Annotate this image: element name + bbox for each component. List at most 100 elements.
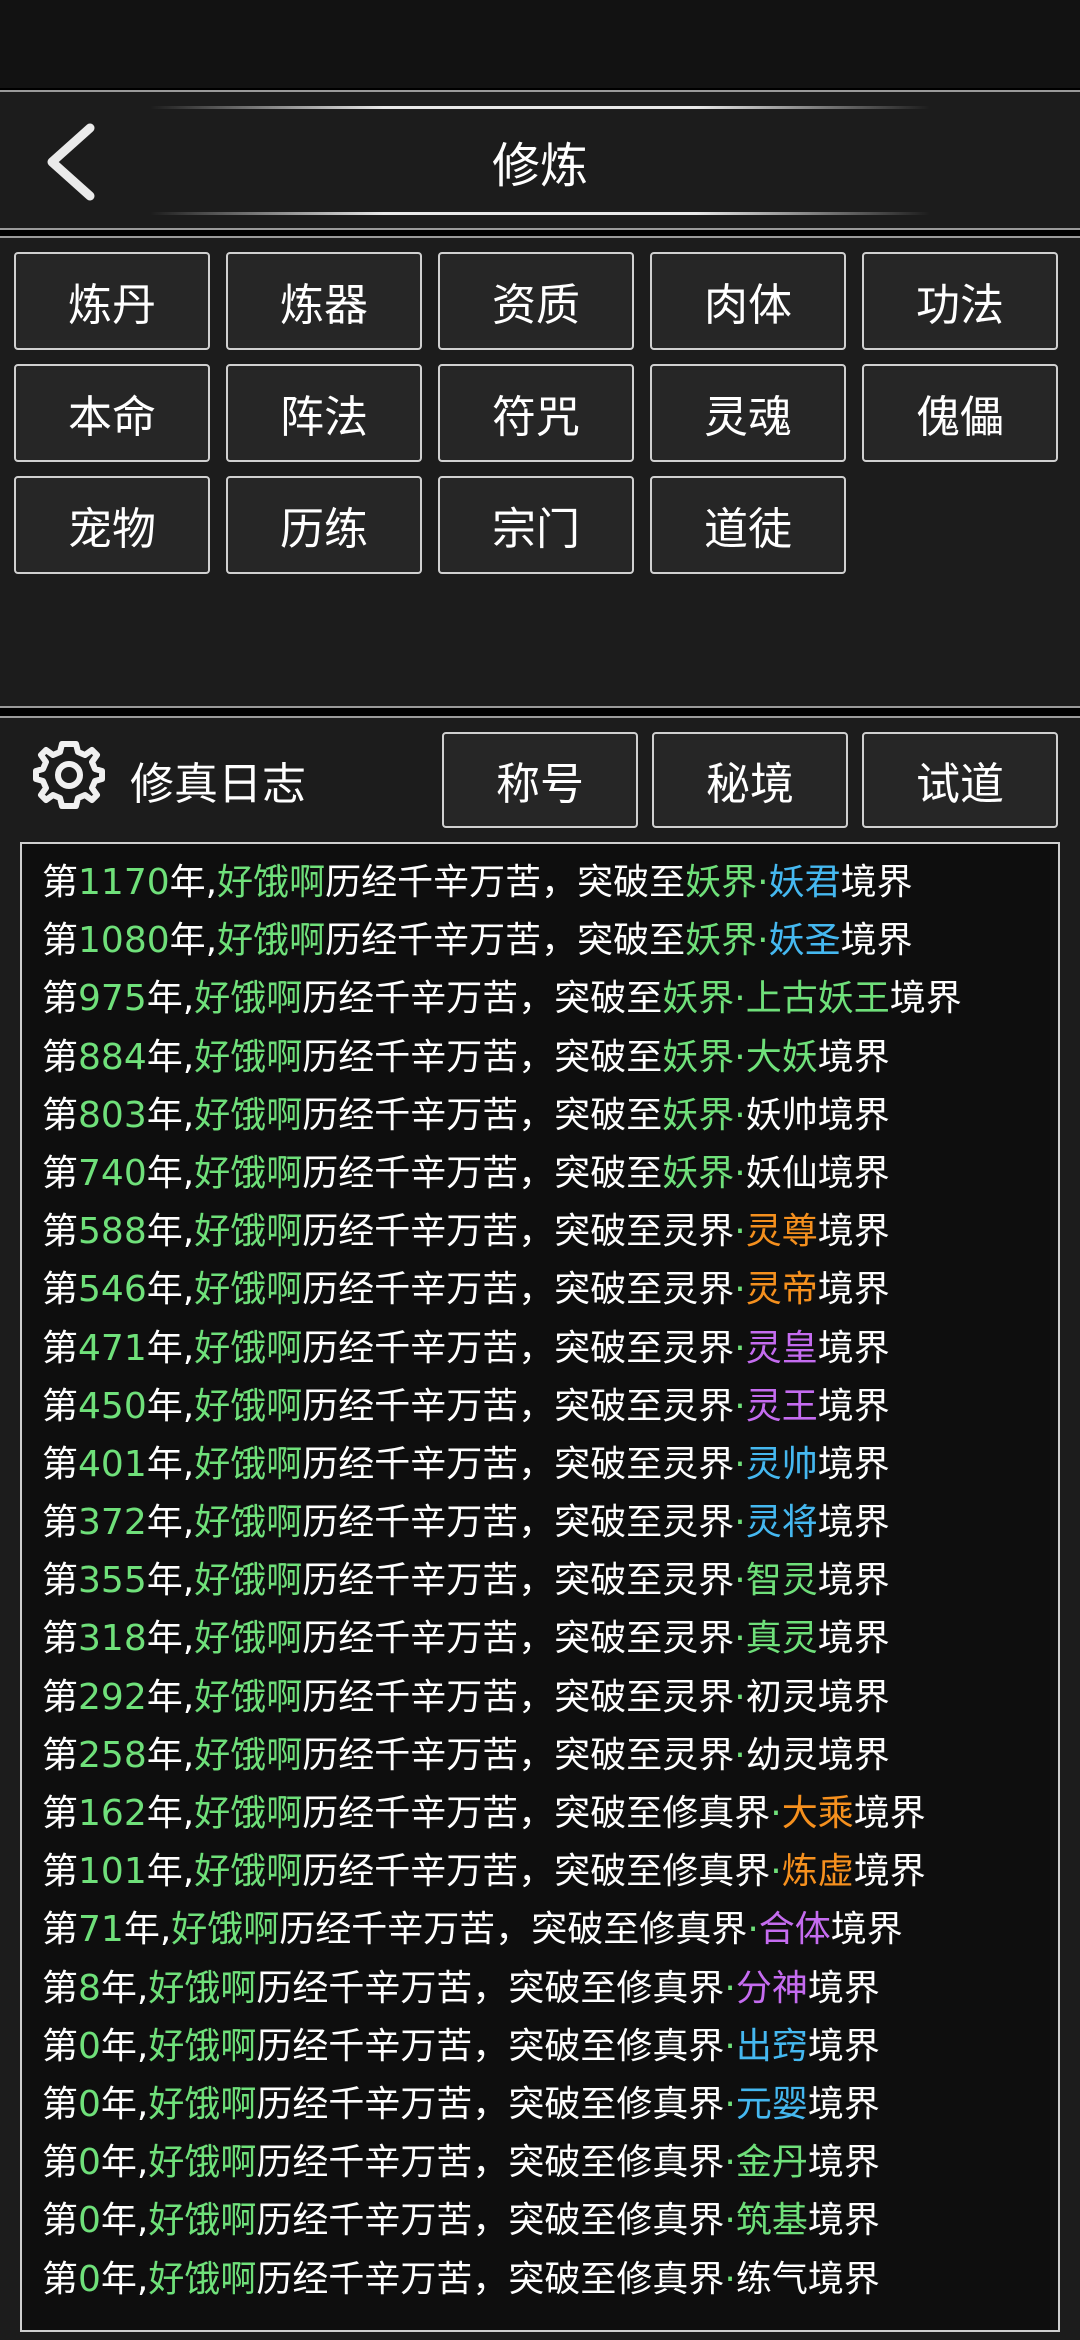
log-character-name: 好饿啊: [194, 1676, 303, 1718]
log-year: 318: [78, 1618, 147, 1660]
secret-realm-tab-button[interactable]: 秘境: [652, 732, 848, 828]
log-rank: 大乘: [781, 1793, 854, 1834]
log-rank: 分神: [735, 1967, 808, 2009]
menu-button-forging[interactable]: 炼器: [226, 252, 422, 350]
log-character-name: 好饿啊: [194, 1851, 303, 1893]
log-year: 1080: [78, 920, 170, 962]
log-year-prefix: 第: [42, 2200, 79, 2242]
log-year-suffix: 年,: [123, 1909, 172, 1951]
log-year-suffix: 年,: [100, 2025, 149, 2067]
page-title: 修炼: [491, 138, 588, 194]
log-character-name: 好饿啊: [194, 1211, 303, 1253]
log-rank: 灵尊: [745, 1211, 818, 1253]
log-message: 历经千辛万苦，突破至: [302, 1327, 663, 1369]
log-year: 101: [78, 1851, 147, 1893]
log-year-prefix: 第: [42, 1269, 79, 1311]
log-rank: 灵将: [745, 1502, 818, 1544]
log-character-name: 好饿啊: [194, 1036, 303, 1078]
log-rank: 炼虚: [781, 1851, 854, 1893]
settings-gear-icon[interactable]: [32, 738, 106, 812]
log-year: 588: [78, 1211, 147, 1253]
log-realm: 灵界: [662, 1502, 735, 1544]
log-realm: 修真界: [662, 1793, 771, 1834]
cultivation-log-panel: 修真日志 称号 秘境 试道 第1170年,好饿啊历经千辛万苦，突破至妖界·妖君境…: [0, 716, 1080, 2340]
log-year: 803: [78, 1094, 147, 1136]
title-tab-button[interactable]: 称号: [442, 732, 638, 828]
log-character-name: 好饿啊: [148, 2200, 257, 2242]
log-entry: 第372年,好饿啊历经千辛万苦，突破至灵界·灵将境界: [42, 1494, 1052, 1552]
log-year-suffix: 年,: [146, 1152, 195, 1194]
menu-button-natal[interactable]: 本命: [14, 364, 210, 462]
log-message: 历经千辛万苦，突破至: [256, 2258, 617, 2300]
log-year: 0: [78, 2258, 101, 2300]
log-suffix: 境界: [807, 2258, 880, 2300]
log-suffix: 境界: [817, 1618, 890, 1660]
log-year-suffix: 年,: [169, 862, 218, 903]
menu-button-pet[interactable]: 宠物: [14, 476, 210, 574]
menu-button-soul[interactable]: 灵魂: [650, 364, 846, 462]
log-entry: 第0年,好饿啊历经千辛万苦，突破至修真界·出窍境界: [42, 2018, 1052, 2076]
log-year: 1170: [78, 862, 170, 903]
log-message: 历经千辛万苦，突破至: [302, 1793, 663, 1834]
log-year-suffix: 年,: [146, 1793, 195, 1834]
log-year-prefix: 第: [42, 2025, 79, 2067]
log-scroll-area[interactable]: 第1170年,好饿啊历经千辛万苦，突破至妖界·妖君境界 第1080年,好饿啊历经千…: [20, 842, 1060, 2332]
log-separator: ·: [734, 978, 746, 1020]
log-year-prefix: 第: [42, 1851, 79, 1893]
log-message: 历经千辛万苦，突破至: [302, 1094, 663, 1136]
menu-button-alchemy[interactable]: 炼丹: [14, 252, 210, 350]
log-year-prefix: 第: [42, 2258, 79, 2300]
log-separator: ·: [724, 1967, 736, 2009]
log-realm: 灵界: [662, 1385, 735, 1427]
log-entry: 第1080年,好饿啊历经千辛万苦，突破至妖界·妖圣境界: [42, 912, 1052, 970]
log-separator: ·: [724, 2083, 736, 2125]
log-separator: ·: [734, 1036, 746, 1078]
log-year: 162: [78, 1793, 147, 1834]
log-year-prefix: 第: [42, 1967, 79, 2009]
log-year-suffix: 年,: [100, 2200, 149, 2242]
log-character-name: 好饿啊: [148, 2083, 257, 2125]
log-suffix: 境界: [817, 1443, 890, 1485]
menu-button-sect[interactable]: 宗门: [438, 476, 634, 574]
menu-button-technique[interactable]: 功法: [862, 252, 1058, 350]
log-year-prefix: 第: [42, 2142, 79, 2184]
trial-tab-button[interactable]: 试道: [862, 732, 1058, 828]
log-year: 546: [78, 1269, 147, 1311]
log-character-name: 好饿啊: [217, 920, 326, 962]
log-year-suffix: 年,: [100, 1967, 149, 2009]
log-rank: 妖圣: [768, 920, 841, 962]
log-message: 历经千辛万苦，突破至: [325, 920, 686, 962]
log-message: 历经千辛万苦，突破至: [302, 1734, 663, 1776]
log-entry: 第471年,好饿啊历经千辛万苦，突破至灵界·灵皇境界: [42, 1320, 1052, 1378]
log-realm: 妖界: [685, 920, 758, 962]
menu-button-aptitude[interactable]: 资质: [438, 252, 634, 350]
menu-button-disciple[interactable]: 道徒: [650, 476, 846, 574]
menu-button-talisman[interactable]: 符咒: [438, 364, 634, 462]
log-rank: 灵帅: [745, 1443, 818, 1485]
log-suffix: 境界: [807, 2142, 880, 2184]
log-realm: 妖界: [662, 978, 735, 1020]
log-message: 历经千辛万苦，突破至: [302, 978, 663, 1020]
log-year-suffix: 年,: [169, 920, 218, 962]
menu-button-body[interactable]: 肉体: [650, 252, 846, 350]
log-message: 历经千辛万苦，突破至: [256, 1967, 617, 2009]
log-realm: 灵界: [662, 1676, 735, 1718]
menu-button-puppet[interactable]: 傀儡: [862, 364, 1058, 462]
log-separator: ·: [747, 1909, 759, 1951]
log-message: 历经千辛万苦，突破至: [256, 2083, 617, 2125]
log-entry: 第975年,好饿啊历经千辛万苦，突破至妖界·上古妖王境界: [42, 970, 1052, 1028]
log-realm: 灵界: [662, 1269, 735, 1311]
log-separator: ·: [734, 1502, 746, 1544]
log-rank: 合体: [758, 1909, 831, 1951]
log-separator: ·: [734, 1152, 746, 1194]
log-year-suffix: 年,: [146, 1618, 195, 1660]
log-entry: 第8年,好饿啊历经千辛万苦，突破至修真界·分神境界: [42, 1960, 1052, 2018]
menu-button-training[interactable]: 历练: [226, 476, 422, 574]
log-year-prefix: 第: [42, 1560, 79, 1602]
log-character-name: 好饿啊: [194, 1152, 303, 1194]
log-rank: 幼灵: [745, 1734, 818, 1776]
log-realm: 灵界: [662, 1734, 735, 1776]
log-message: 历经千辛万苦，突破至: [302, 1851, 663, 1893]
menu-button-formation[interactable]: 阵法: [226, 364, 422, 462]
log-year-prefix: 第: [42, 1385, 79, 1427]
